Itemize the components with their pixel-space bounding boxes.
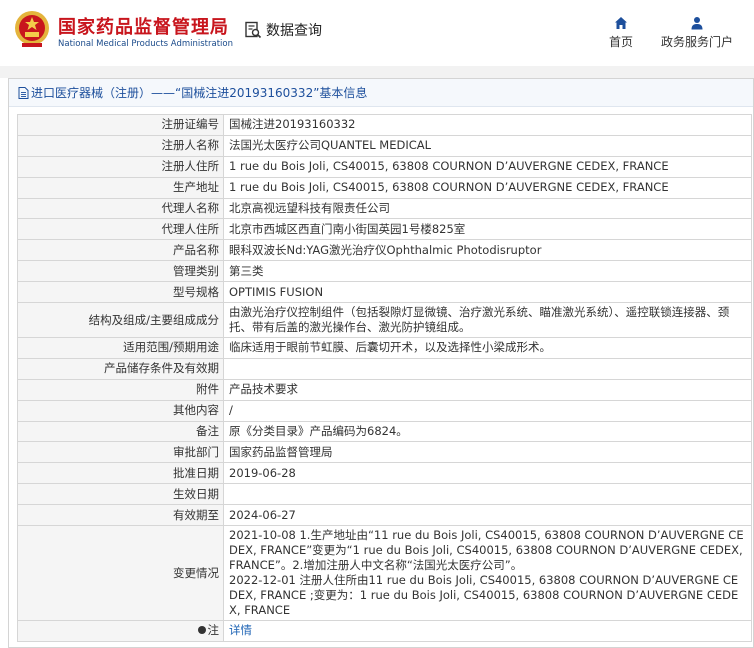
change-entry: 2021-10-08 1.生产地址由“11 rue du Bois Joli, … xyxy=(229,528,744,573)
row-value: 第三类 xyxy=(223,260,752,283)
table-row: 审批部门 国家药品监督管理局 xyxy=(17,441,752,464)
row-value: 2019-06-28 xyxy=(223,462,752,485)
row-value: 国家药品监督管理局 xyxy=(223,441,752,464)
nav-service-portal[interactable]: 政务服务门户 xyxy=(658,16,736,50)
row-label: 代理人住所 xyxy=(17,218,224,241)
user-icon xyxy=(691,17,703,30)
row-value xyxy=(223,483,752,506)
table-row: 产品储存条件及有效期 xyxy=(17,357,752,380)
row-value: 北京高视远望科技有限责任公司 xyxy=(223,197,752,220)
row-label: 注册证编号 xyxy=(17,114,224,136)
change-history: 2021-10-08 1.生产地址由“11 rue du Bois Joli, … xyxy=(223,525,752,622)
table-row: 批准日期 2019-06-28 xyxy=(17,462,752,485)
site-subtitle: National Medical Products Administration xyxy=(58,39,233,49)
header-divider xyxy=(0,66,754,78)
details-link[interactable]: 详情 xyxy=(229,623,252,637)
row-value: 原《分类目录》产品编码为6824。 xyxy=(223,420,752,443)
document-icon xyxy=(18,86,29,99)
row-value: 产品技术要求 xyxy=(223,378,752,401)
panel-title: 进口医疗器械（注册）——“国械注进20193160332”基本信息 xyxy=(9,79,753,107)
table-row: 生效日期 xyxy=(17,483,752,506)
row-label: 代理人名称 xyxy=(17,197,224,220)
row-value: 由激光治疗仪控制组件（包括裂隙灯显微镜、治疗激光系统、瞄准激光系统）、遥控联锁连… xyxy=(223,302,752,339)
row-value: 2024-06-27 xyxy=(223,504,752,527)
table-row: 备注 原《分类目录》产品编码为6824。 xyxy=(17,420,752,443)
row-label: 适用范围/预期用途 xyxy=(17,337,224,359)
table-row: 注 详情 xyxy=(17,620,752,642)
table-row: 注册人住所 1 rue du Bois Joli, CS40015, 63808… xyxy=(17,155,752,178)
row-label: 注册人名称 xyxy=(17,134,224,157)
nav-home[interactable]: 首页 xyxy=(606,16,636,50)
table-row: 代理人住所 北京市西城区西直门南小街国英园1号楼825室 xyxy=(17,218,752,241)
table-row: 产品名称 眼科双波长Nd:YAG激光治疗仪Ophthalmic Photodis… xyxy=(17,239,752,262)
table-row: 代理人名称 北京高视远望科技有限责任公司 xyxy=(17,197,752,220)
row-value: / xyxy=(223,399,752,422)
row-label: 产品名称 xyxy=(17,239,224,262)
row-label: 生产地址 xyxy=(17,176,224,199)
table-row: 附件 产品技术要求 xyxy=(17,378,752,401)
table-row: 结构及组成/主要组成成分 由激光治疗仪控制组件（包括裂隙灯显微镜、治疗激光系统、… xyxy=(17,302,752,339)
row-label: 注 xyxy=(17,620,224,642)
table-row: 变更情况 2021-10-08 1.生产地址由“11 rue du Bois J… xyxy=(17,525,752,622)
row-label: 变更情况 xyxy=(17,525,224,622)
row-value: 法国光太医疗公司QUANTEL MEDICAL xyxy=(223,134,752,157)
row-value: 1 rue du Bois Joli, CS40015, 63808 COURN… xyxy=(223,176,752,199)
data-query-label: 数据查询 xyxy=(266,23,322,39)
table-row: 型号规格 OPTIMIS FUSION xyxy=(17,281,752,304)
row-label: 生效日期 xyxy=(17,483,224,506)
row-label: 有效期至 xyxy=(17,504,224,527)
row-label: 产品储存条件及有效期 xyxy=(17,357,224,380)
row-value: 北京市西城区西直门南小街国英园1号楼825室 xyxy=(223,218,752,241)
row-value: 眼科双波长Nd:YAG激光治疗仪Ophthalmic Photodisrupto… xyxy=(223,239,752,262)
nav-service-label: 政务服务门户 xyxy=(660,35,733,49)
row-label: 批准日期 xyxy=(17,462,224,485)
site-header: 国家药品监督管理局 National Medical Products Admi… xyxy=(0,0,754,66)
row-label: 管理类别 xyxy=(17,260,224,283)
row-label: 审批部门 xyxy=(17,441,224,464)
table-row: 管理类别 第三类 xyxy=(17,260,752,283)
row-label: 附件 xyxy=(17,378,224,401)
table-row: 其他内容 / xyxy=(17,399,752,422)
row-label: 型号规格 xyxy=(17,281,224,304)
data-query-link[interactable]: 数据查询 xyxy=(244,20,322,40)
panel-title-text: 进口医疗器械（注册）——“国械注进20193160332”基本信息 xyxy=(31,86,368,100)
table-row: 注册人名称 法国光太医疗公司QUANTEL MEDICAL xyxy=(17,134,752,157)
table-row: 生产地址 1 rue du Bois Joli, CS40015, 63808 … xyxy=(17,176,752,199)
home-icon xyxy=(615,17,627,29)
row-value xyxy=(223,357,752,380)
row-label: 结构及组成/主要组成成分 xyxy=(17,302,224,339)
note-label: 注 xyxy=(207,623,220,638)
row-value: 1 rue du Bois Joli, CS40015, 63808 COURN… xyxy=(223,155,752,178)
row-value: 临床适用于眼前节虹膜、后囊切开术，以及选择性小梁成形术。 xyxy=(223,337,752,359)
info-icon xyxy=(197,625,206,634)
table-row: 适用范围/预期用途 临床适用于眼前节虹膜、后囊切开术，以及选择性小梁成形术。 xyxy=(17,337,752,359)
table-row: 有效期至 2024-06-27 xyxy=(17,504,752,527)
row-value: 国械注进20193160332 xyxy=(223,114,752,136)
row-label: 其他内容 xyxy=(17,399,224,422)
national-emblem-icon xyxy=(15,11,49,47)
info-table: 注册证编号 国械注进20193160332 注册人名称 法国光太医疗公司QUAN… xyxy=(17,114,752,642)
table-row: 注册证编号 国械注进20193160332 xyxy=(17,114,752,136)
change-entry: 2022-12-01 注册人住所由11 rue du Bois Joli, CS… xyxy=(229,573,739,618)
row-value: 详情 xyxy=(223,620,752,642)
row-label: 备注 xyxy=(17,420,224,443)
document-search-icon xyxy=(245,21,262,39)
site-title: 国家药品监督管理局 xyxy=(58,17,229,38)
nav-home-label: 首页 xyxy=(608,35,633,49)
row-label: 注册人住所 xyxy=(17,155,224,178)
detail-panel: 进口医疗器械（注册）——“国械注进20193160332”基本信息 注册证编号 … xyxy=(8,78,754,648)
row-value: OPTIMIS FUSION xyxy=(223,281,752,304)
